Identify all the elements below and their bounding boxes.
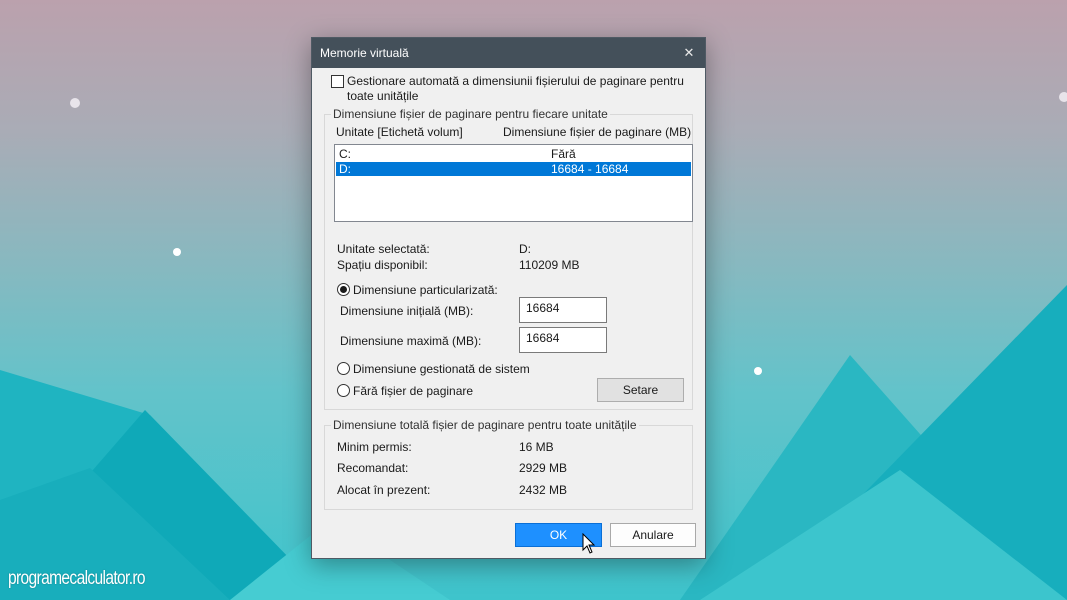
close-button[interactable]: ✕ xyxy=(673,38,705,68)
initial-size-label: Dimensiune inițială (MB): xyxy=(340,304,474,318)
site-watermark: programecalculator.ro xyxy=(8,568,146,589)
auto-manage-label-line1: Gestionare automată a dimensiunii fișier… xyxy=(347,74,684,88)
drive-paging-size: Fără xyxy=(551,147,576,161)
auto-manage-checkbox[interactable] xyxy=(331,75,344,88)
drive-letter: C: xyxy=(339,147,351,161)
no-paging-file-label[interactable]: Fără fișier de paginare xyxy=(353,384,473,398)
recommended-label: Recomandat: xyxy=(337,461,409,475)
column-header-size: Dimensiune fișier de paginare (MB) xyxy=(503,125,692,139)
recommended-value: 2929 MB xyxy=(519,461,568,475)
drive-letter: D: xyxy=(339,162,351,176)
selected-drive-value: D: xyxy=(519,242,531,256)
max-size-label: Dimensiune maximă (MB): xyxy=(340,334,482,348)
initial-size-input[interactable]: 16684 xyxy=(519,297,607,323)
column-header-drive: Unitate [Etichetă volum] xyxy=(336,125,463,139)
allocated-value: 2432 MB xyxy=(519,483,568,497)
mouse-pointer-icon xyxy=(582,533,596,554)
wallpaper-dot xyxy=(1059,92,1067,102)
drive-row-d[interactable]: D: 16684 - 16684 xyxy=(336,162,691,176)
dialog-title: Memorie virtuală xyxy=(320,46,409,60)
drive-paging-size: 16684 - 16684 xyxy=(551,162,629,176)
no-paging-file-radio[interactable] xyxy=(337,384,350,397)
min-allowed-label: Minim permis: xyxy=(337,440,412,454)
custom-size-radio[interactable] xyxy=(337,283,350,296)
drive-listbox[interactable]: C: Fără D: 16684 - 16684 xyxy=(334,144,693,222)
auto-manage-label[interactable]: Gestionare automată a dimensiunii fișier… xyxy=(347,74,684,104)
min-allowed-value: 16 MB xyxy=(519,440,554,454)
system-managed-radio[interactable] xyxy=(337,362,350,375)
system-managed-label[interactable]: Dimensiune gestionată de sistem xyxy=(353,362,530,376)
total-size-group-title: Dimensiune totală fișier de paginare pen… xyxy=(331,418,639,432)
wallpaper-dot xyxy=(754,367,762,375)
set-button[interactable]: Setare xyxy=(597,378,684,402)
wallpaper-dot xyxy=(70,98,80,108)
auto-manage-label-line2: toate unitățile xyxy=(347,89,419,103)
custom-size-label[interactable]: Dimensiune particularizată: xyxy=(353,283,498,297)
free-space-value: 110209 MB xyxy=(519,258,580,272)
virtual-memory-dialog: Memorie virtuală ✕ Gestionare automată a… xyxy=(311,37,706,559)
close-icon: ✕ xyxy=(683,45,695,60)
selected-drive-label: Unitate selectată: xyxy=(337,242,430,256)
title-bar: Memorie virtuală ✕ xyxy=(312,38,705,68)
per-drive-group-title: Dimensiune fișier de paginare pentru fie… xyxy=(331,107,610,121)
allocated-label: Alocat în prezent: xyxy=(337,483,431,497)
max-size-input[interactable]: 16684 xyxy=(519,327,607,353)
free-space-label: Spațiu disponibil: xyxy=(337,258,428,272)
drive-row-c[interactable]: C: Fără xyxy=(336,147,691,161)
wallpaper-dot xyxy=(173,248,181,256)
cancel-button[interactable]: Anulare xyxy=(610,523,696,547)
